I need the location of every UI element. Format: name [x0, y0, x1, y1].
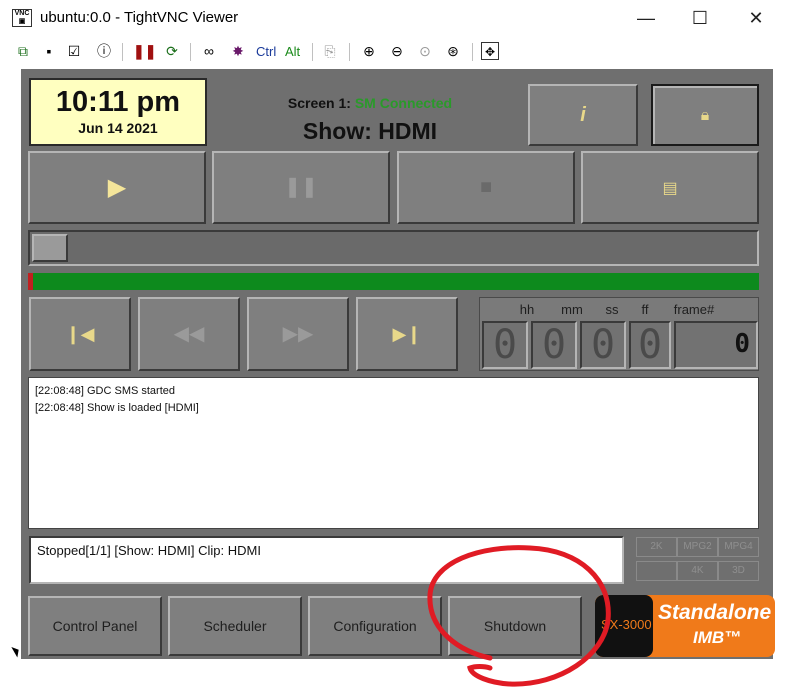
- lock-icon: 🔒︎: [700, 107, 710, 124]
- maximize-button[interactable]: ☐: [676, 0, 724, 36]
- progress-bar: [28, 273, 759, 290]
- log-line: [22:08:48] Show is loaded [HDMI]: [35, 402, 199, 414]
- timecode-header-ff: ff: [641, 302, 649, 317]
- minimize-button[interactable]: —: [622, 0, 670, 36]
- brand-sub: IMB™: [693, 628, 742, 647]
- connection-status: SM Connected: [354, 95, 453, 111]
- zoom-fit-icon[interactable]: ⊛: [444, 42, 462, 60]
- frame-counter: 0: [674, 321, 758, 369]
- pause-icon[interactable]: ❚❚: [133, 42, 156, 60]
- control-panel-button[interactable]: Control Panel: [28, 596, 162, 656]
- position-slider[interactable]: [28, 230, 759, 266]
- red-annotation-circle: [427, 545, 611, 687]
- playlist-button[interactable]: ▤: [581, 151, 759, 224]
- skip-end-button[interactable]: ▶❙: [356, 297, 458, 371]
- timecode-hours: 0: [482, 321, 528, 369]
- format-badge-2k: 2K: [636, 537, 677, 557]
- timecode-seconds: 0: [580, 321, 626, 369]
- window-title: ubuntu:0.0 - TightVNC Viewer: [40, 9, 239, 26]
- toolbar-separator: [190, 43, 191, 61]
- stop-icon: ■: [479, 176, 493, 198]
- format-badge-empty: [636, 561, 677, 581]
- skip-start-button[interactable]: ❙◀: [29, 297, 131, 371]
- refresh-icon[interactable]: ⟳: [163, 42, 181, 60]
- slider-handle[interactable]: [32, 234, 68, 262]
- fast-forward-button[interactable]: ▶▶: [247, 297, 349, 371]
- toolbar-separator: [349, 43, 350, 61]
- clipboard-icon[interactable]: ⎘: [321, 42, 339, 60]
- scheduler-button[interactable]: Scheduler: [168, 596, 302, 656]
- timecode-minutes: 0: [531, 321, 577, 369]
- frame-number: 0: [734, 329, 750, 359]
- timecode-frames: 0: [629, 321, 671, 369]
- save-icon[interactable]: ▪: [40, 42, 58, 60]
- fullscreen-icon[interactable]: ✥: [481, 42, 499, 60]
- info-icon[interactable]: ⓘ: [95, 42, 113, 60]
- product-logo: SX-3000 Standalone IMB™: [595, 595, 775, 657]
- fast-forward-icon: ▶▶: [282, 323, 314, 345]
- toolbar-separator: [312, 43, 313, 61]
- toolbar-separator: [122, 43, 123, 61]
- close-button[interactable]: ✕: [732, 0, 780, 36]
- info-icon: i: [580, 104, 586, 126]
- ctrl-alt-del-icon[interactable]: ✸: [229, 42, 247, 60]
- stop-button[interactable]: ■: [397, 151, 575, 224]
- skip-end-icon: ▶❙: [392, 324, 422, 344]
- rewind-button[interactable]: ◀◀: [138, 297, 240, 371]
- zoom-out-icon[interactable]: ⊖: [388, 42, 406, 60]
- ctrl-key-button[interactable]: Ctrl: [256, 44, 276, 59]
- vnc-icon: VNC ▣: [12, 9, 32, 27]
- pause-button[interactable]: ❚❚: [212, 151, 390, 224]
- timecode-header-mm: mm: [561, 302, 583, 317]
- format-badge-3d: 3D: [718, 561, 759, 581]
- alt-key-button[interactable]: Alt: [285, 44, 300, 59]
- zoom-in-icon[interactable]: ⊕: [360, 42, 378, 60]
- play-button[interactable]: ▶: [28, 151, 206, 224]
- timecode-header-hh: hh: [519, 302, 535, 317]
- screen-status: Screen 1: SM Connected: [220, 95, 520, 111]
- format-badge-4k: 4K: [677, 561, 718, 581]
- log-line: [22:08:48] GDC SMS started: [35, 385, 176, 397]
- title-bar: VNC ▣ ubuntu:0.0 - TightVNC Viewer — ☐ ✕: [0, 0, 785, 36]
- rewind-icon: ◀◀: [173, 323, 205, 345]
- format-badge-mpg4: MPG4: [718, 537, 759, 557]
- timecode-header-frame: frame#: [673, 302, 715, 317]
- format-badge-mpg2: MPG2: [677, 537, 718, 557]
- show-name: Show: HDMI: [302, 118, 438, 144]
- skip-start-icon: ❙◀: [65, 324, 95, 344]
- lock-button[interactable]: 🔒︎: [651, 84, 759, 146]
- link-icon[interactable]: ∞: [200, 42, 218, 60]
- toolbar-separator: [472, 43, 473, 61]
- info-button[interactable]: i: [528, 84, 638, 146]
- screen-label: Screen 1:: [287, 95, 351, 111]
- zoom-100-icon[interactable]: ⊙: [416, 42, 434, 60]
- progress-marker: [28, 273, 33, 290]
- clock-time: 10:11 pm: [55, 86, 181, 118]
- brand-name: Standalone: [658, 601, 772, 624]
- event-log: [22:08:48] GDC SMS started [22:08:48] Sh…: [28, 377, 759, 529]
- options-icon[interactable]: ☑: [65, 42, 83, 60]
- playlist-icon: ▤: [662, 180, 678, 197]
- new-connection-icon[interactable]: ⧉: [14, 42, 32, 60]
- pause-icon: ❚❚: [284, 176, 318, 198]
- clock-date: Jun 14 2021: [78, 120, 158, 136]
- clock-panel: 10:11 pm Jun 14 2021: [29, 78, 207, 146]
- play-icon: ▶: [107, 174, 127, 201]
